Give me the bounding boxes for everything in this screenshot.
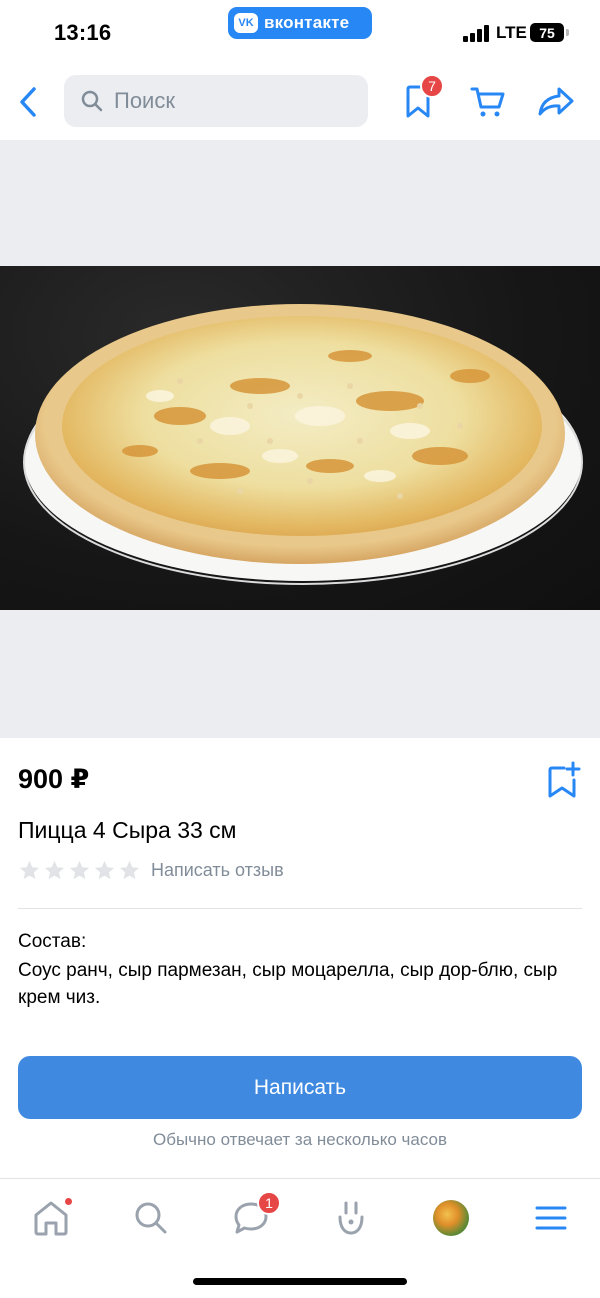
search-input[interactable] bbox=[114, 88, 354, 114]
battery-tip bbox=[566, 29, 569, 36]
back-button[interactable] bbox=[10, 80, 46, 124]
star-icon bbox=[69, 860, 90, 879]
rating-stars bbox=[18, 859, 141, 882]
tab-profile[interactable] bbox=[426, 1193, 476, 1243]
bookmarks-badge: 7 bbox=[420, 74, 444, 98]
star-icon bbox=[44, 860, 65, 879]
signal-icon bbox=[463, 24, 491, 42]
tab-messages[interactable]: 1 bbox=[226, 1191, 281, 1243]
product-photo bbox=[0, 266, 600, 610]
tab-menu[interactable] bbox=[526, 1193, 576, 1243]
avatar bbox=[433, 1200, 469, 1236]
top-header: 7 bbox=[0, 62, 600, 140]
share-button[interactable] bbox=[534, 80, 578, 124]
search-icon bbox=[135, 1202, 167, 1234]
write-message-button[interactable]: Написать bbox=[18, 1056, 582, 1119]
product-info: 900 ₽ Пицца 4 Сыра 33 см Написать отзыв … bbox=[0, 738, 600, 1178]
messages-badge: 1 bbox=[257, 1191, 281, 1215]
reply-time-note: Обычно отвечает за несколько часов bbox=[152, 1130, 447, 1149]
tab-home[interactable] bbox=[26, 1193, 76, 1243]
home-indicator bbox=[193, 1278, 407, 1285]
add-to-favorites-button[interactable] bbox=[542, 760, 584, 802]
home-icon bbox=[34, 1201, 68, 1236]
composition-label: Состав: bbox=[18, 931, 87, 952]
network-type: LTE bbox=[496, 23, 527, 42]
composition-text: Соус ранч, сыр пармезан, сыр моцарелла, … bbox=[18, 960, 558, 1008]
cart-icon bbox=[470, 87, 505, 117]
search-bar[interactable] bbox=[64, 75, 368, 127]
battery-icon: 75 bbox=[530, 23, 564, 42]
status-bar: 13:16 VK вконтакте LTE 75 bbox=[0, 0, 600, 62]
vk-app-pill[interactable]: VK вконтакте bbox=[228, 7, 372, 39]
star-icon bbox=[94, 860, 115, 879]
status-time: 13:16 bbox=[54, 20, 112, 45]
bookmarks-button[interactable]: 7 bbox=[396, 74, 444, 124]
home-notification-dot bbox=[64, 1197, 73, 1206]
product-gallery[interactable] bbox=[0, 140, 600, 738]
divider bbox=[18, 908, 582, 909]
write-review-link[interactable]: Написать отзыв bbox=[151, 860, 284, 881]
rating-row[interactable]: Написать отзыв bbox=[18, 858, 284, 882]
product-price: 900 ₽ bbox=[18, 764, 90, 794]
tab-search[interactable] bbox=[126, 1193, 176, 1243]
search-icon bbox=[81, 90, 103, 112]
star-icon bbox=[19, 860, 40, 879]
chevron-left-icon bbox=[20, 87, 36, 117]
vk-app-name: вконтакте bbox=[264, 13, 350, 32]
star-icon bbox=[119, 860, 140, 879]
pizza-image bbox=[23, 304, 583, 585]
share-arrow-icon bbox=[538, 87, 574, 116]
cart-button[interactable] bbox=[466, 80, 510, 124]
bookmark-add-icon bbox=[548, 761, 581, 798]
tab-clips[interactable] bbox=[326, 1193, 376, 1243]
menu-icon bbox=[535, 1206, 567, 1230]
vk-logo-icon: VK bbox=[234, 13, 258, 33]
clips-icon bbox=[338, 1201, 364, 1235]
product-title: Пицца 4 Сыра 33 см bbox=[18, 817, 237, 843]
